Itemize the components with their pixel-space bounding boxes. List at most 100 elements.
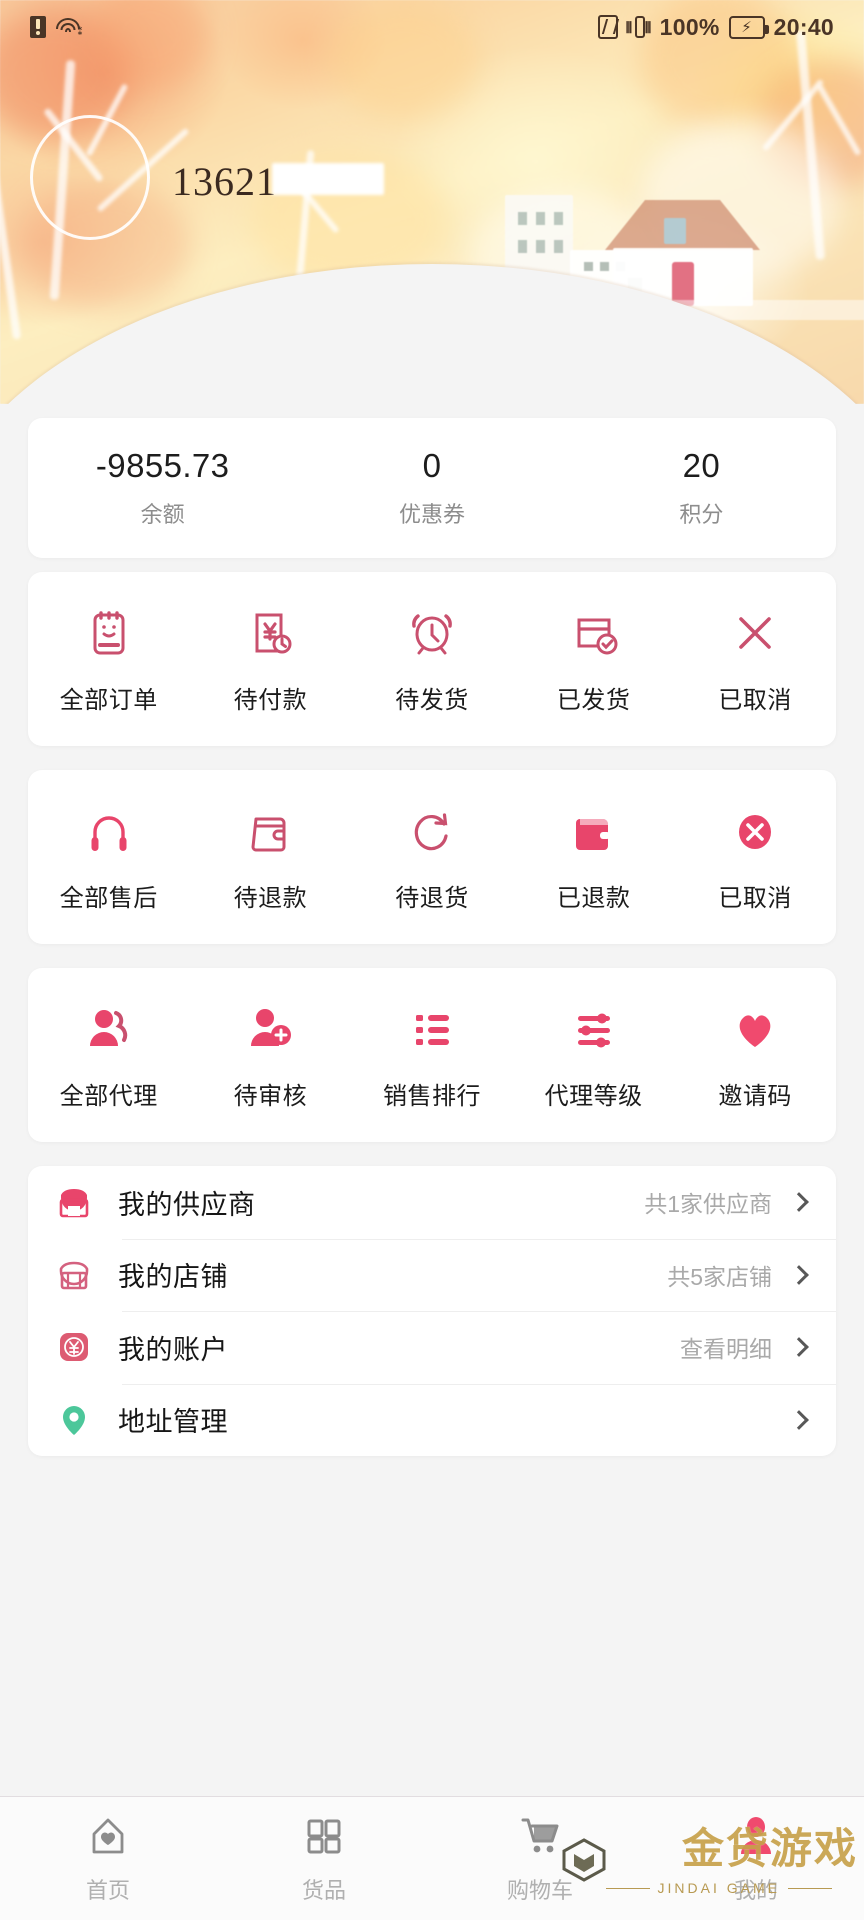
nav-item-profile[interactable]: 我的 — [648, 1813, 864, 1905]
stat-coupons-value: 0 — [422, 447, 442, 484]
grid-item-pending-payment[interactable]: 待付款 — [190, 604, 352, 715]
grid-item-shipped[interactable]: 已发货 — [513, 604, 675, 715]
nfc-icon — [597, 15, 618, 39]
list-item-address-management[interactable]: 地址管理 — [28, 1383, 836, 1457]
nav-item-label: 首页 — [85, 1877, 130, 1903]
stat-points-label: 积分 — [679, 502, 724, 527]
grid-item-label: 已取消 — [718, 686, 792, 714]
grid-item-all-orders[interactable]: 全部订单 — [28, 604, 190, 715]
list-item-title: 我的店铺 — [118, 1262, 228, 1293]
grid-item-label: 全部订单 — [59, 686, 158, 714]
location-pin-icon — [52, 1398, 96, 1442]
grid-item-label: 待付款 — [233, 686, 308, 714]
avatar[interactable] — [30, 115, 150, 240]
account-links-list: 我的供应商 共1家供应商 我的店铺 共5家店铺 我的账户 查看明细 地址管理 — [28, 1166, 836, 1456]
grid-item-label: 销售排行 — [382, 1082, 481, 1110]
grid-item-label: 待发货 — [395, 686, 469, 714]
grid-item-pending-review[interactable]: 待审核 — [190, 1000, 352, 1111]
wallet-outline-icon — [241, 802, 299, 860]
vibrate-icon: ⦀ ⦀ — [626, 14, 651, 40]
grid-item-cancelled-aftersales[interactable]: 已取消 — [674, 802, 836, 913]
nav-item-label: 购物车 — [506, 1877, 573, 1903]
profile-header: 13621 — [0, 0, 864, 404]
grid-item-label: 已取消 — [718, 884, 792, 912]
headphones-icon — [80, 802, 138, 860]
yen-receipt-icon — [241, 604, 299, 662]
clock-label: 20:40 — [773, 13, 834, 40]
circle-x-filled-icon — [726, 802, 784, 860]
grid-item-pending-shipment[interactable]: 待发货 — [351, 604, 513, 715]
grid-item-label: 代理等级 — [544, 1082, 643, 1110]
nav-item-label: 货品 — [301, 1877, 346, 1903]
grid-item-label: 全部售后 — [59, 884, 158, 912]
wifi-icon: ⁑ — [55, 16, 83, 38]
person-icon — [733, 1813, 779, 1859]
grid-item-label: 全部代理 — [59, 1082, 158, 1110]
list-item-title: 我的账户 — [118, 1334, 228, 1365]
shop-outline-icon — [52, 1253, 96, 1297]
nav-item-home[interactable]: 首页 — [0, 1813, 216, 1905]
list-item-meta: 共5家店铺 — [667, 1263, 772, 1290]
grid-item-all-aftersales[interactable]: 全部售后 — [28, 802, 190, 913]
redacted-phone-mask — [272, 163, 384, 195]
ranking-list-icon — [403, 1000, 461, 1058]
yen-square-icon — [52, 1325, 96, 1369]
aftersales-grid: 全部售后 待退款 待退货 已退款 已取消 — [28, 770, 836, 944]
orders-grid: 全部订单 待付款 待发货 已发货 已取消 — [28, 572, 836, 746]
phone-screen: 13621 ⁑ ⦀ ⦀ 100% ⚡ 20:40 -9855.73 余额 0 优惠… — [0, 0, 864, 1920]
stat-coupons[interactable]: 0 优惠券 — [297, 418, 566, 558]
stat-balance-label: 余额 — [140, 502, 185, 527]
grid-item-refunded[interactable]: 已退款 — [513, 802, 675, 913]
list-item-my-supplier[interactable]: 我的供应商 共1家供应商 — [28, 1166, 836, 1239]
grid-item-label: 待审核 — [233, 1082, 308, 1110]
grid-item-invite-code[interactable]: 邀请码 — [674, 1000, 836, 1111]
home-heart-icon — [85, 1813, 131, 1859]
battery-charging-icon: ⚡ — [728, 15, 769, 39]
wallet-filled-icon — [565, 802, 623, 860]
person-add-icon — [241, 1000, 299, 1058]
battery-percent-label: 100% — [659, 13, 720, 40]
grid-item-label: 待退货 — [395, 884, 469, 912]
list-item-meta: 共1家供应商 — [644, 1191, 772, 1218]
grid-item-pending-return[interactable]: 待退货 — [351, 802, 513, 913]
chevron-right-icon — [789, 1409, 809, 1430]
sliders-icon — [565, 1000, 623, 1058]
stat-balance[interactable]: -9855.73 余额 — [28, 418, 297, 558]
nav-item-cart[interactable]: 购物车 — [432, 1813, 648, 1905]
refresh-arrow-icon — [403, 802, 461, 860]
grid-item-label: 已退款 — [556, 884, 631, 912]
shop-filled-icon — [52, 1180, 96, 1224]
chevron-right-icon — [789, 1264, 809, 1285]
stat-points[interactable]: 20 积分 — [567, 418, 836, 558]
order-list-icon — [80, 604, 138, 662]
grid-icon — [301, 1813, 347, 1859]
grid-item-cancelled-order[interactable]: 已取消 — [674, 604, 836, 715]
list-item-title: 地址管理 — [118, 1407, 228, 1438]
chevron-right-icon — [789, 1337, 809, 1358]
list-item-my-shops[interactable]: 我的店铺 共5家店铺 — [28, 1238, 836, 1312]
stat-coupons-label: 优惠券 — [398, 502, 465, 527]
grid-item-label: 已发货 — [556, 686, 631, 714]
list-item-title: 我的供应商 — [118, 1189, 256, 1220]
nav-item-goods[interactable]: 货品 — [216, 1813, 432, 1905]
heart-icon — [726, 1000, 784, 1058]
stat-points-value: 20 — [682, 447, 721, 484]
account-phone-number: 13621 — [172, 159, 277, 204]
grid-item-all-agents[interactable]: 全部代理 — [28, 1000, 190, 1111]
alarm-clock-icon — [403, 604, 461, 662]
grid-item-label: 待退款 — [233, 884, 308, 912]
people-icon — [80, 1000, 138, 1058]
grid-item-pending-refund[interactable]: 待退款 — [190, 802, 352, 913]
grid-item-label: 邀请码 — [718, 1082, 792, 1110]
grid-item-sales-ranking[interactable]: 销售排行 — [351, 1000, 513, 1111]
agents-grid: 全部代理 待审核 销售排行 代理等级 邀请码 — [28, 968, 836, 1142]
nav-item-label: 我的 — [733, 1877, 778, 1903]
stat-balance-value: -9855.73 — [95, 447, 230, 484]
list-item-meta: 查看明细 — [680, 1336, 772, 1363]
stats-card: -9855.73 余额 0 优惠券 20 积分 — [28, 418, 836, 558]
grid-item-agent-level[interactable]: 代理等级 — [513, 1000, 675, 1111]
close-x-icon — [726, 604, 784, 662]
shopping-cart-icon — [517, 1813, 563, 1859]
list-item-my-account[interactable]: 我的账户 查看明细 — [28, 1311, 836, 1384]
package-check-icon — [565, 604, 623, 662]
